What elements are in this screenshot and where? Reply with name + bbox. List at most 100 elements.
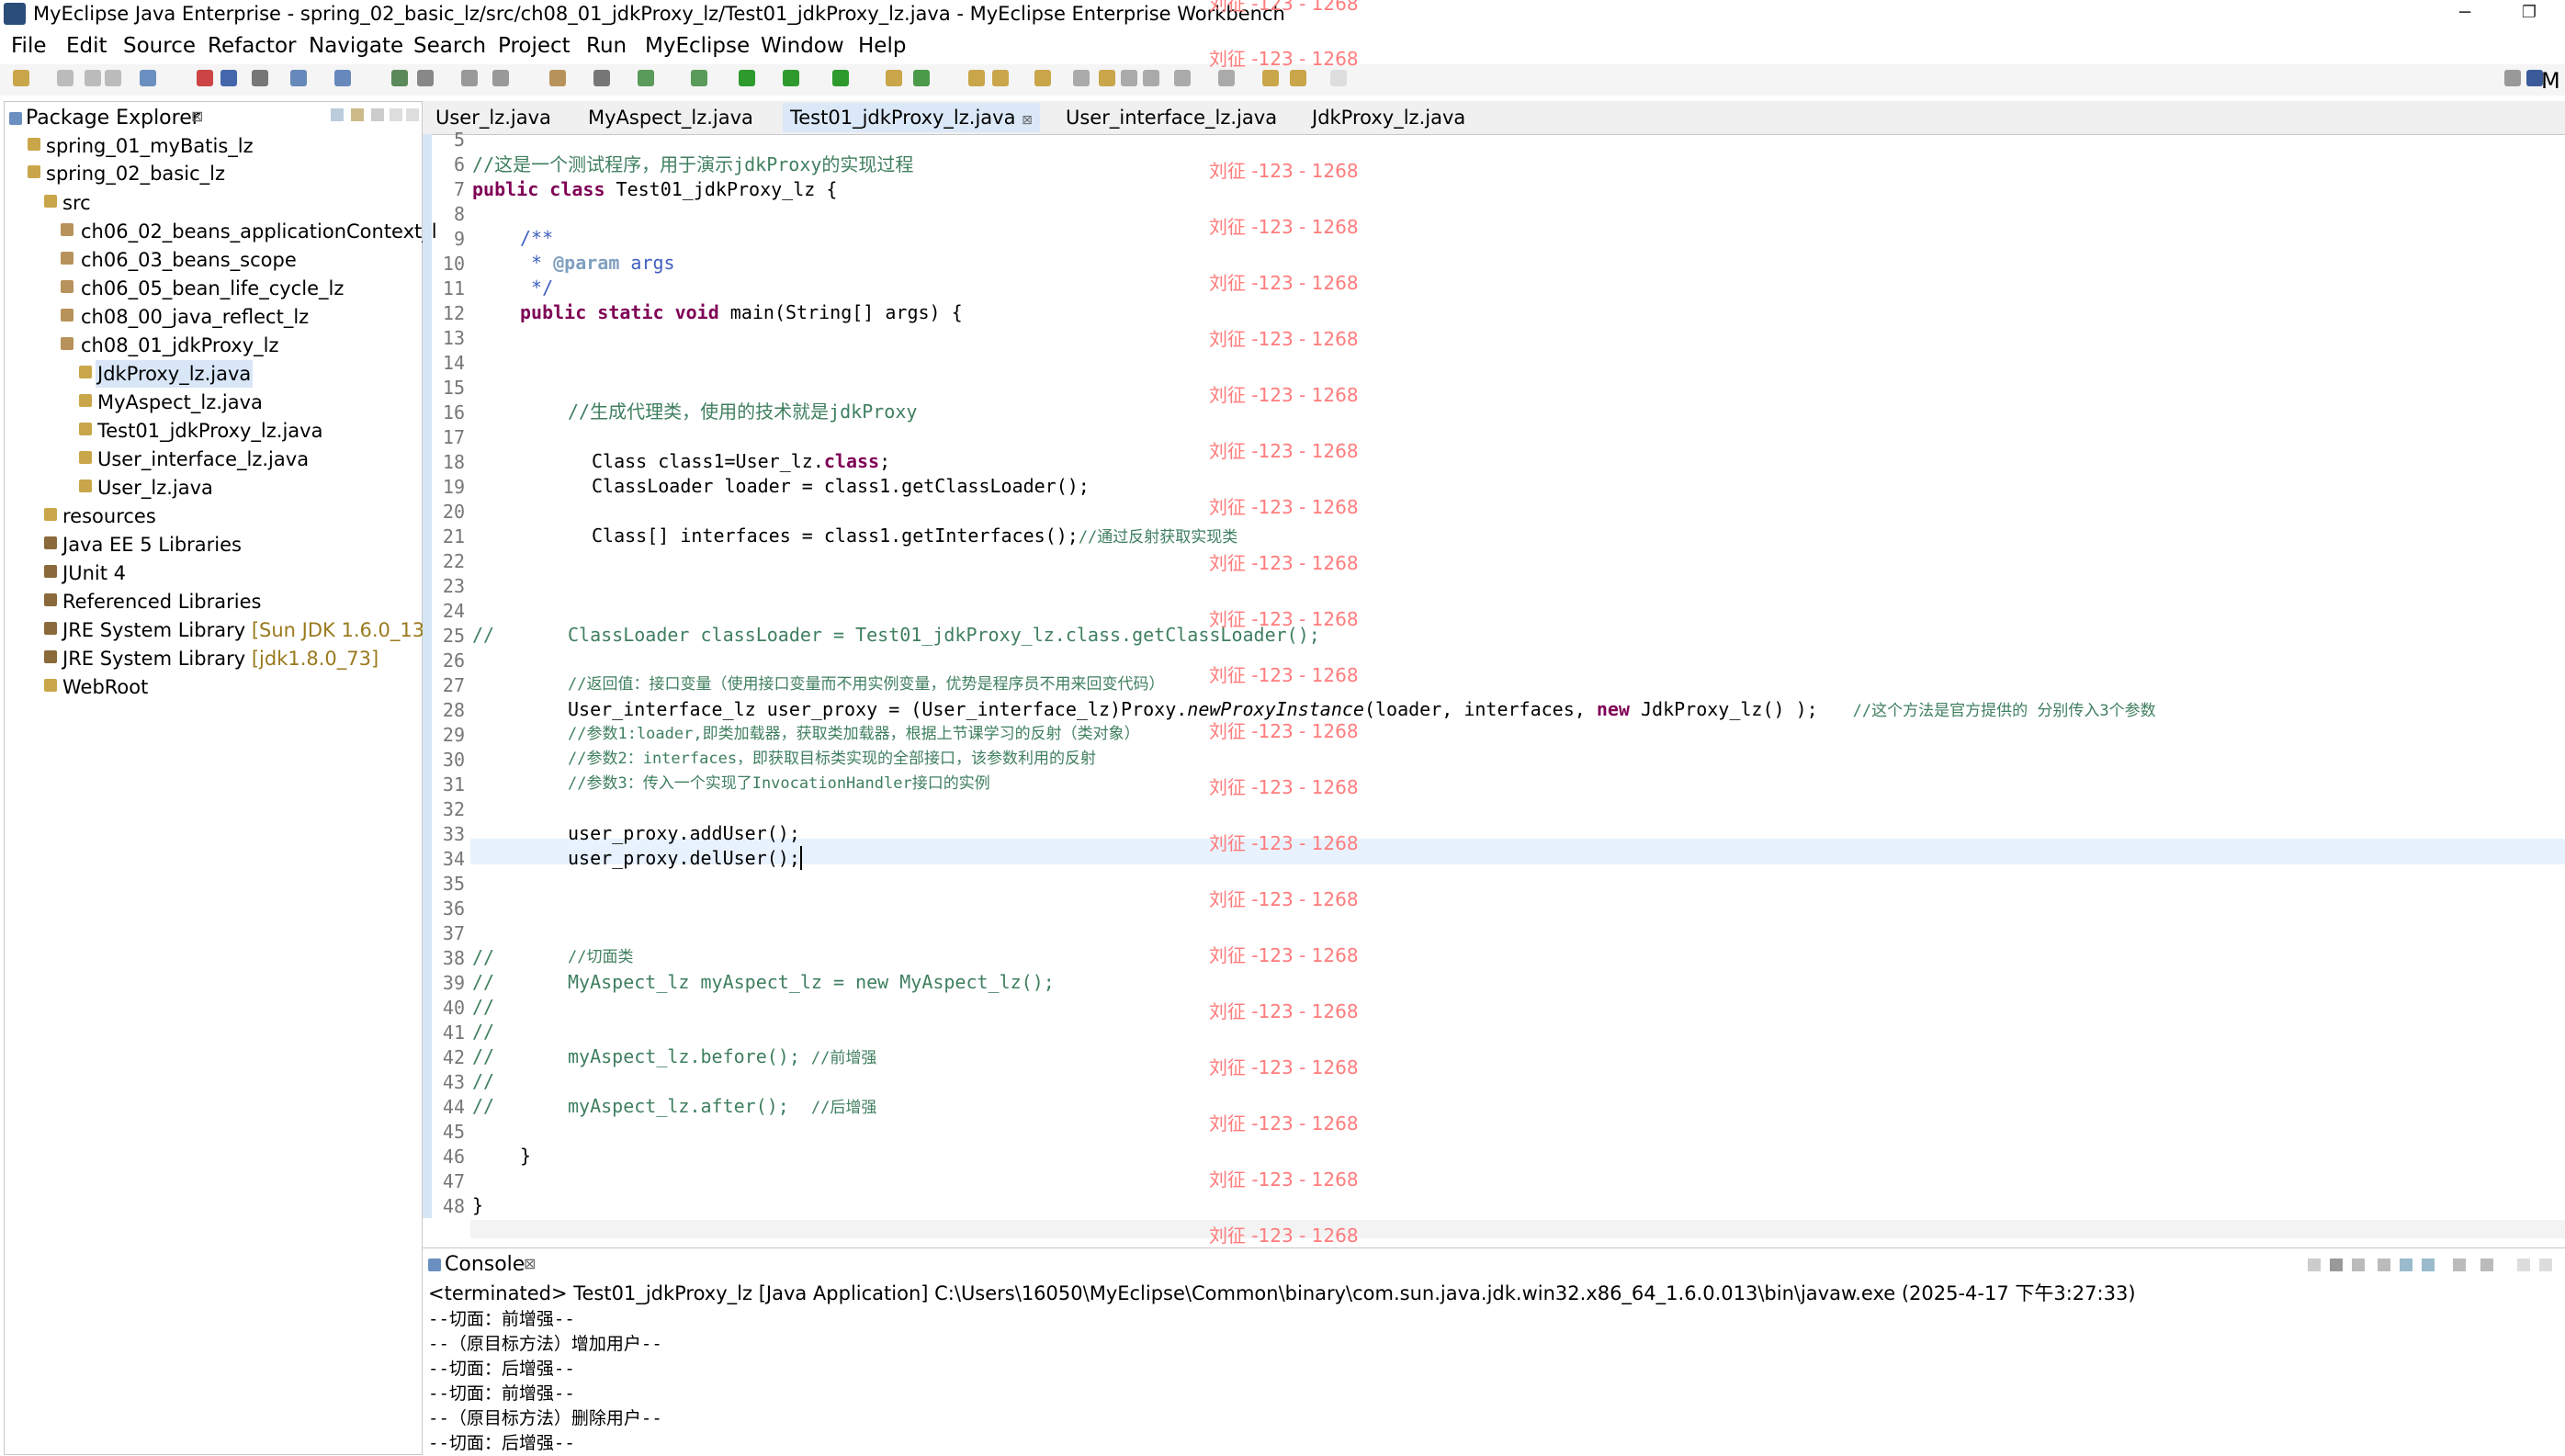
word-wrap-icon[interactable] [2400,1258,2412,1271]
tree-item-junit4[interactable]: JUnit 4 [62,559,126,587]
new-java-project-icon[interactable] [886,70,902,86]
edit-icon[interactable] [1099,70,1115,86]
open-perspective-list-icon[interactable] [2504,70,2521,86]
tree-item-spring-01[interactable]: spring_01_myBatis_lz [46,132,254,160]
code-line-48[interactable]: } [472,1193,483,1217]
tree-item-webroot[interactable]: WebRoot [62,673,148,701]
tree-item-jre-18[interactable]: JRE System Library [jdk1.8.0_73] [62,645,379,672]
close-icon[interactable]: ⊠ [524,1255,536,1272]
web-icon[interactable] [461,70,478,86]
maximize-panel-icon[interactable] [2539,1258,2552,1271]
code-line-31[interactable]: //参数3：传入一个实现了InvocationHandler接口的实例 [568,772,990,796]
menu-source[interactable]: Source [123,31,196,61]
print-icon[interactable] [105,70,121,86]
open-perspective-icon[interactable] [290,70,307,86]
prev-annotation-icon[interactable] [1218,70,1235,86]
tree-item-ch06-05[interactable]: ch06_05_bean_life_cycle_lz [81,275,344,302]
new-package-icon[interactable] [913,70,930,86]
code-line-21[interactable]: Class[] interfaces = class1.getInterface… [592,524,1237,549]
save-icon[interactable] [57,70,73,86]
external-tools-icon[interactable] [638,70,654,86]
menu-myeclipse[interactable]: MyEclipse [645,31,750,61]
code-line-6[interactable]: //这是一个测试程序，用于演示jdkProxy的实现过程 [472,152,913,176]
maximize-icon[interactable]: ❐ [2508,0,2550,28]
menu-file[interactable]: File [11,31,47,61]
next-annotation-icon[interactable] [1174,70,1191,86]
code-line-40[interactable]: // [472,995,494,1019]
menu-search[interactable]: Search [413,31,486,61]
debug-icon[interactable] [691,70,707,86]
minimize-panel-icon[interactable] [390,108,402,121]
server-icon[interactable] [220,70,237,86]
sync-icon[interactable] [417,70,434,86]
code-line-42[interactable]: // myAspect_lz.before(); //前增强 [472,1044,876,1068]
bean-icon[interactable] [549,70,566,86]
code-line-28[interactable]: User_interface_lz user_proxy = (User_int… [568,697,2156,723]
maximize-panel-icon[interactable] [406,108,419,121]
menu-help[interactable]: Help [858,31,906,61]
tree-item-ch08-00[interactable]: ch08_00_java_reflect_lz [81,303,309,331]
code-line-38[interactable]: // //切面类 [472,945,633,969]
tree-item-test01[interactable]: Test01_jdkProxy_lz.java [97,417,322,445]
menu-run[interactable]: Run [586,31,627,61]
tab-myaspect-lz[interactable]: MyAspect_lz.java [581,103,761,132]
display-console-icon[interactable] [2480,1258,2493,1271]
show-console-icon[interactable] [2422,1258,2435,1271]
hierarchy-icon[interactable] [334,70,351,86]
code-line-18[interactable]: Class class1=User_lz.class; [592,449,890,473]
search-icon[interactable] [992,70,1009,86]
tree-item-jre-sun[interactable]: JRE System Library [Sun JDK 1.6.0_13] [62,616,432,644]
code-line-12[interactable]: public static void main(String[] args) { [520,300,963,324]
new-icon[interactable] [13,70,29,86]
code-line-44[interactable]: // myAspect_lz.after(); //后增强 [472,1094,876,1118]
show-whitespace-icon[interactable] [1143,70,1159,86]
minimize-icon[interactable]: ─ [2444,0,2486,28]
tree-item-ch08-01[interactable]: ch08_01_jdkProxy_lz [81,332,279,359]
code-line-39[interactable]: // MyAspect_lz myAspect_lz = new MyAspect… [472,970,1055,994]
code-line-46[interactable]: } [520,1144,531,1168]
tree-item-user-interface[interactable]: User_interface_lz.java [97,446,309,473]
forward-icon[interactable] [1330,70,1347,86]
minimize-panel-icon[interactable] [2517,1258,2530,1271]
editor-horizontal-scrollbar[interactable] [470,1220,2565,1238]
console-tab[interactable]: Console [445,1251,525,1279]
remove-launch-icon[interactable] [2330,1258,2343,1271]
tree-item-javaee5[interactable]: Java EE 5 Libraries [62,531,242,559]
collapse-all-icon[interactable] [331,108,344,121]
toggle-icon[interactable] [1121,70,1137,86]
back-icon[interactable] [1262,70,1279,86]
close-icon[interactable]: ⊠ [1022,113,1033,128]
tree-item-user[interactable]: User_lz.java [97,474,213,502]
forward-back-icon[interactable] [1290,70,1306,86]
perspective-label[interactable]: M [2541,68,2560,94]
menu-edit[interactable]: Edit [66,31,107,61]
code-line-29[interactable]: //参数1:loader,即类加载器，获取类加载器，根据上节课学习的反射（类对象… [568,722,1140,746]
code-line-7[interactable]: public class Test01_jdkProxy_lz { [472,177,837,201]
terminate-icon[interactable] [2308,1258,2321,1271]
code-line-16[interactable]: //生成代理类，使用的技术就是jdkProxy [568,400,917,423]
lock-icon[interactable] [252,70,268,86]
code-line-25[interactable]: // ClassLoader classLoader = Test01_jdkPr… [472,623,1320,647]
close-icon[interactable]: ⊠ [191,107,203,125]
tree-item-resources[interactable]: resources [62,502,156,530]
deploy-icon[interactable] [197,70,213,86]
code-line-10[interactable]: * @param args [520,251,675,275]
tree-item-src[interactable]: src [62,189,91,217]
run-icon[interactable] [739,70,755,86]
save-all-icon[interactable] [85,70,101,86]
annotation-icon[interactable] [1073,70,1090,86]
coverage-icon[interactable] [783,70,799,86]
menu-project[interactable]: Project [498,31,571,61]
menu-navigate[interactable]: Navigate [309,31,403,61]
tree-item-jdkproxy[interactable]: JdkProxy_lz.java [96,360,254,388]
tab-user-interface[interactable]: User_interface_lz.java [1058,103,1284,132]
task-icon[interactable] [1034,70,1051,86]
code-line-19[interactable]: ClassLoader loader = class1.getClassLoad… [592,474,1090,498]
tree-item-ch06-03[interactable]: ch06_03_beans_scope [81,246,297,274]
tree-item-spring-02[interactable]: spring_02_basic_lz [46,160,225,187]
tree-item-ch06-02[interactable]: ch06_02_beans_applicationContext_l [81,218,437,245]
menu-window[interactable]: Window [761,31,844,61]
open-type-icon[interactable] [140,70,156,86]
tab-test01-jdkproxy[interactable]: Test01_jdkProxy_lz.java ⊠ [783,103,1040,132]
nav-icon[interactable] [492,70,509,86]
